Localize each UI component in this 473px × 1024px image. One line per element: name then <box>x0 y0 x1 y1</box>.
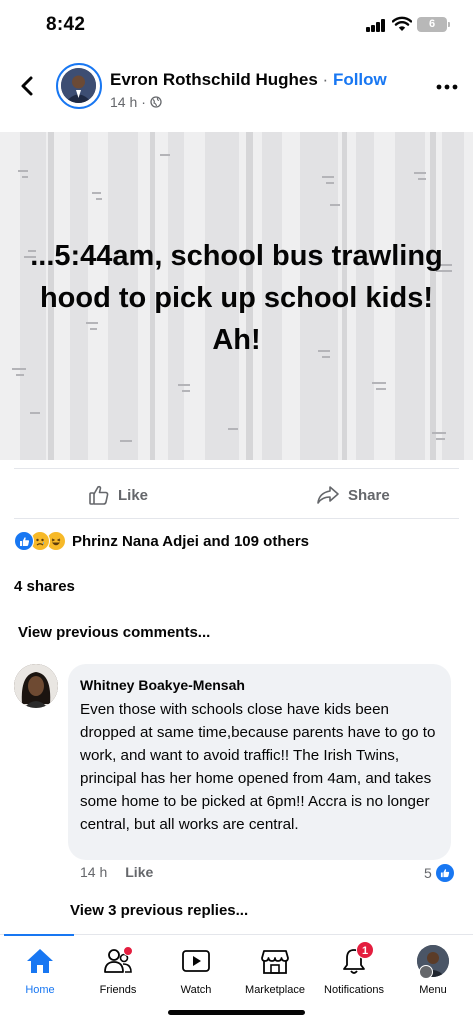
author-name-line: Evron Rothschild Hughes · Follow <box>110 70 387 90</box>
friends-notification-dot <box>123 946 133 956</box>
nav-marketplace-label: Marketplace <box>245 984 305 996</box>
wifi-icon <box>392 16 412 31</box>
post-header: Evron Rothschild Hughes · Follow 14 h · <box>0 58 473 120</box>
bell-icon: 1 <box>336 941 374 979</box>
nav-notifications[interactable]: 1 Notifications <box>314 941 394 996</box>
follow-button[interactable]: Follow <box>333 70 387 89</box>
nav-menu-label: Menu <box>419 984 447 996</box>
marketplace-icon <box>257 943 293 979</box>
home-indicator <box>168 1010 305 1015</box>
author-avatar[interactable] <box>56 63 102 109</box>
commenter-avatar[interactable] <box>14 664 58 708</box>
nav-watch[interactable]: Watch <box>156 943 236 996</box>
share-button[interactable]: Share <box>316 482 390 508</box>
home-icon <box>22 943 58 979</box>
menu-settings-icon <box>419 965 433 979</box>
chevron-left-icon <box>21 76 33 96</box>
view-previous-comments-link[interactable]: View previous comments... <box>18 624 210 641</box>
comment-meta: 14 h Like <box>80 864 153 880</box>
thumbs-up-icon <box>89 485 109 505</box>
share-arrow-icon <box>317 486 339 504</box>
meta-separator: · <box>141 94 146 110</box>
comment-author[interactable]: Whitney Boakye-Mensah <box>80 674 439 696</box>
comment-reaction-count[interactable]: 5 <box>424 864 454 882</box>
view-replies-link[interactable]: View 3 previous replies... <box>70 902 248 919</box>
more-options-button[interactable] <box>432 72 462 102</box>
nav-home[interactable]: Home <box>0 943 80 996</box>
comment-text: Even those with schools close have kids … <box>80 701 436 833</box>
globe-icon <box>150 96 162 108</box>
nav-watch-label: Watch <box>180 984 212 996</box>
comment-timestamp: 14 h <box>80 864 108 880</box>
post-text: ...5:44am, school bus trawling hood to p… <box>30 240 443 356</box>
post-timestamp[interactable]: 14 h <box>110 94 137 110</box>
friends-icon <box>100 943 136 979</box>
nav-menu[interactable]: Menu <box>393 943 473 996</box>
reactions-label: Phrinz Nana Adjei and 109 others <box>72 532 310 550</box>
comment-bubble[interactable]: Whitney Boakye-Mensah Even those with sc… <box>68 664 451 860</box>
reactions-summary[interactable]: Phrinz Nana Adjei and 109 others <box>14 529 309 553</box>
more-horizontal-icon <box>436 84 458 90</box>
battery-indicator: 6 <box>417 17 450 32</box>
comment-reaction-number: 5 <box>424 865 432 881</box>
notifications-badge: 1 <box>356 941 374 959</box>
status-time: 8:42 <box>46 14 86 35</box>
nav-home-label: Home <box>25 984 55 996</box>
like-label: Like <box>118 486 149 504</box>
cellular-signal-icon <box>366 19 386 32</box>
comment-like-button[interactable]: Like <box>125 864 153 880</box>
post-meta: 14 h · <box>110 94 162 110</box>
post-image[interactable]: ...5:44am, school bus trawling hood to p… <box>0 132 473 460</box>
watch-icon <box>178 943 214 979</box>
divider-top <box>14 468 459 469</box>
status-bar: 8:42 6 <box>0 0 473 52</box>
profile-avatar <box>415 943 451 979</box>
divider-bottom <box>14 518 459 519</box>
author-name[interactable]: Evron Rothschild Hughes <box>110 70 318 89</box>
back-button[interactable] <box>14 72 42 100</box>
like-button[interactable]: Like <box>88 482 148 508</box>
active-tab-indicator <box>4 934 74 936</box>
nav-marketplace[interactable]: Marketplace <box>235 943 315 996</box>
like-reaction-icon <box>14 531 34 551</box>
like-reaction-icon <box>435 864 454 882</box>
name-separator: · <box>322 70 329 89</box>
nav-friends[interactable]: Friends <box>78 943 158 996</box>
shares-count[interactable]: 4 shares <box>14 578 75 595</box>
nav-notifications-label: Notifications <box>324 984 384 996</box>
nav-friends-label: Friends <box>99 984 137 996</box>
share-label: Share <box>348 486 390 504</box>
